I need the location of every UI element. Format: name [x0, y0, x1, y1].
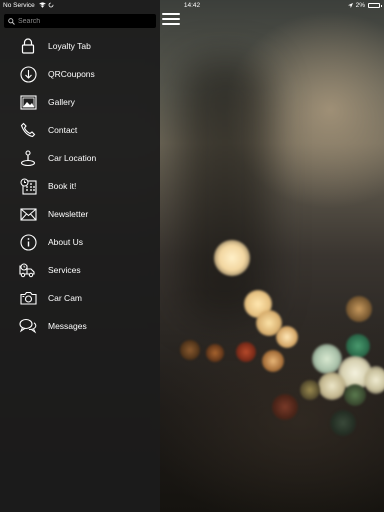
menu-item-qrcoupons[interactable]: QRCoupons	[0, 60, 160, 88]
search-input[interactable]	[18, 17, 148, 25]
menu-item-contact[interactable]: Contact	[0, 116, 160, 144]
search-bar[interactable]	[4, 14, 156, 28]
menu-item-label: Contact	[48, 125, 78, 135]
menu-item-newsletter[interactable]: Newsletter	[0, 200, 160, 228]
menu-item-label: Services	[48, 265, 81, 275]
status-time: 14:42	[183, 2, 201, 9]
menu-item-car-location[interactable]: Car Location	[0, 144, 160, 172]
menu-item-loyalty-tab[interactable]: Loyalty Tab	[0, 32, 160, 60]
menu-item-services[interactable]: Services	[0, 256, 160, 284]
menu-list: Loyalty Tab QRCoupons Gallery Contact Ca…	[0, 32, 160, 340]
calendar-clock-icon	[19, 177, 37, 195]
envelope-icon	[19, 205, 37, 223]
phone-icon	[19, 121, 37, 139]
menu-item-label: Book it!	[48, 181, 77, 191]
menu-item-label: Newsletter	[48, 209, 89, 219]
search-icon	[8, 17, 15, 25]
location-arrow-icon	[347, 3, 353, 8]
info-icon	[19, 233, 37, 251]
image-icon	[19, 93, 37, 111]
menu-item-label: Car Cam	[48, 293, 83, 303]
menu-item-label: Car Location	[48, 153, 97, 163]
menu-toggle-button[interactable]	[162, 13, 180, 27]
hamburger-icon	[162, 13, 180, 15]
side-menu-panel: Loyalty Tab QRCoupons Gallery Contact Ca…	[0, 0, 160, 512]
chat-bubbles-icon	[19, 317, 37, 335]
menu-item-label: QRCoupons	[48, 69, 95, 79]
menu-item-label: Loyalty Tab	[48, 41, 91, 51]
menu-item-car-cam[interactable]: Car Cam	[0, 284, 160, 312]
camera-icon	[19, 289, 37, 307]
menu-item-messages[interactable]: Messages	[0, 312, 160, 340]
lock-icon	[19, 37, 37, 55]
battery-icon	[368, 3, 382, 8]
menu-item-label: About Us	[48, 237, 83, 247]
menu-item-label: Messages	[48, 321, 87, 331]
battery-percent: 2%	[355, 2, 365, 9]
truck-icon	[19, 261, 37, 279]
menu-item-gallery[interactable]: Gallery	[0, 88, 160, 116]
menu-item-about-us[interactable]: About Us	[0, 228, 160, 256]
download-icon	[19, 65, 37, 83]
menu-item-book-it[interactable]: Book it!	[0, 172, 160, 200]
status-right: 2%	[347, 0, 382, 11]
location-pin-icon	[19, 149, 37, 167]
menu-item-label: Gallery	[48, 97, 75, 107]
status-bar: No Service 14:42 2%	[0, 0, 384, 11]
